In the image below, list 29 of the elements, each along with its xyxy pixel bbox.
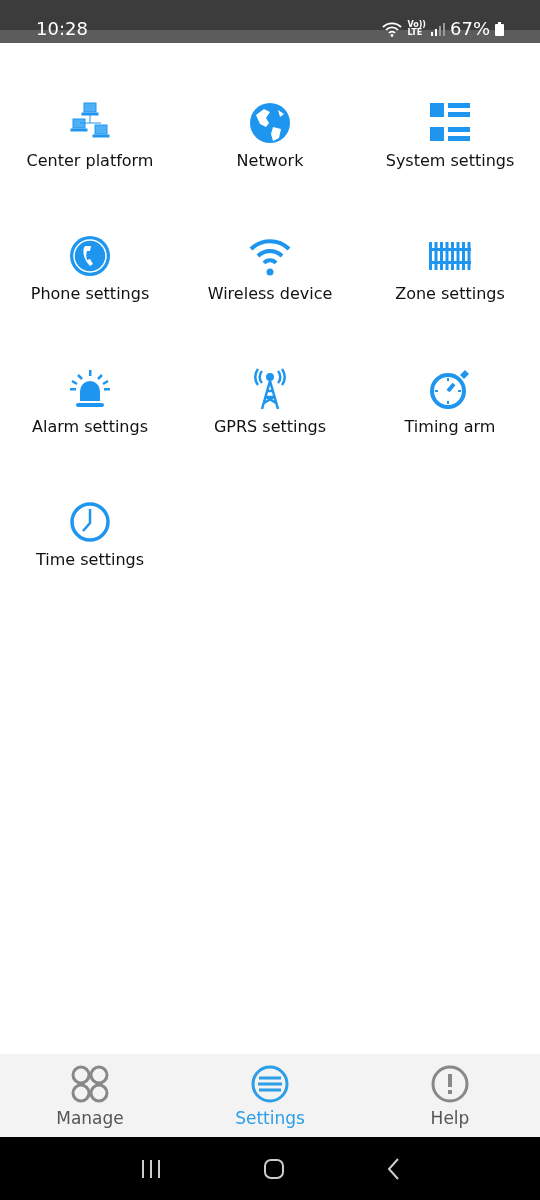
menu-item[interactable]: System settings bbox=[360, 101, 540, 234]
menu-item[interactable]: Time settings bbox=[0, 500, 180, 633]
stopwatch-icon bbox=[428, 367, 472, 411]
battery-percent: 67% bbox=[450, 18, 490, 39]
lte-label: LTE bbox=[407, 28, 423, 37]
menu-item[interactable]: Wireless device bbox=[180, 234, 360, 367]
menu-item[interactable]: Center platform bbox=[0, 101, 180, 234]
menu-item[interactable]: Timing arm bbox=[360, 367, 540, 500]
circles-icon bbox=[70, 1063, 110, 1104]
globe-icon bbox=[248, 101, 292, 145]
recent-apps-icon[interactable] bbox=[140, 1158, 163, 1179]
back-icon[interactable] bbox=[385, 1157, 400, 1180]
clock-icon bbox=[68, 500, 112, 544]
menu-item[interactable]: Phone settings bbox=[0, 234, 180, 367]
menu-item[interactable]: Zone settings bbox=[360, 234, 540, 367]
status-time: 10:28 bbox=[36, 18, 88, 39]
home-icon[interactable] bbox=[263, 1157, 285, 1180]
menu-icon bbox=[250, 1063, 290, 1104]
menu-item[interactable]: Alarm settings bbox=[0, 367, 180, 500]
phone-icon bbox=[68, 234, 112, 278]
volte-label: Vo)) bbox=[407, 20, 426, 29]
wifi-icon bbox=[382, 20, 403, 37]
alert-icon bbox=[430, 1063, 470, 1104]
signal-icon bbox=[431, 21, 445, 36]
tab[interactable]: Manage bbox=[0, 1054, 180, 1137]
menu-item[interactable]: GPRS settings bbox=[180, 367, 360, 500]
battery-icon bbox=[495, 21, 504, 36]
tab[interactable]: Help bbox=[360, 1054, 540, 1137]
menu-item[interactable]: Network bbox=[180, 101, 360, 234]
